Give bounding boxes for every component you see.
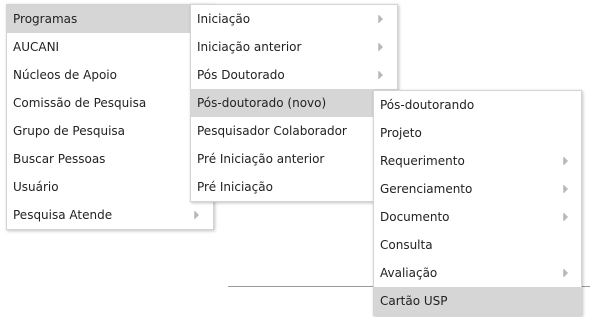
submenu-arrow-icon	[563, 269, 568, 277]
menu-item-pre-iniciacao-anterior[interactable]: Pré Iniciação anterior	[191, 145, 397, 173]
menu-item-pos-doutorando[interactable]: Pós-doutorando	[374, 91, 581, 119]
menu-item-label: Núcleos de Apoio	[13, 68, 117, 82]
menu-item-label: Programas	[13, 12, 78, 26]
menu-item-label: Iniciação	[197, 12, 251, 26]
menu-item-consulta[interactable]: Consulta	[374, 231, 581, 259]
menu-item-label: Buscar Pessoas	[13, 152, 106, 166]
menu-item-comissao-de-pesquisa[interactable]: Comissão de Pesquisa	[7, 89, 213, 117]
menu-item-iniciacao-anterior[interactable]: Iniciação anterior	[191, 33, 397, 61]
menu-item-label: Grupo de Pesquisa	[13, 124, 126, 138]
menu-item-label: Pré Iniciação	[197, 180, 273, 194]
menu-item-programas[interactable]: Programas	[7, 5, 213, 33]
menu-item-label: Iniciação anterior	[197, 40, 302, 54]
menu-item-pesquisa-atende[interactable]: Pesquisa Atende	[7, 201, 213, 229]
menu-item-requerimento[interactable]: Requerimento	[374, 147, 581, 175]
submenu-arrow-icon	[378, 43, 383, 51]
menu-item-grupo-de-pesquisa[interactable]: Grupo de Pesquisa	[7, 117, 213, 145]
menu-item-label: Requerimento	[380, 154, 465, 168]
menu-item-aucani[interactable]: AUCANI	[7, 33, 213, 61]
menu-item-avaliacao[interactable]: Avaliação	[374, 259, 581, 287]
programas-submenu: Iniciação Iniciação anterior Pós Doutora…	[190, 4, 398, 202]
pos-doutorado-novo-submenu: Pós-doutorando Projeto Requerimento Gere…	[373, 90, 582, 316]
menu-item-label: Pós-doutorando	[380, 98, 475, 112]
menu-item-label: Usuário	[13, 180, 59, 194]
menu-item-label: Pós Doutorado	[197, 68, 285, 82]
menu-item-label: Pós-doutorado (novo)	[197, 96, 327, 110]
menu-item-nucleos-de-apoio[interactable]: Núcleos de Apoio	[7, 61, 213, 89]
main-menu: Programas AUCANI Núcleos de Apoio Comiss…	[6, 4, 214, 230]
menu-item-buscar-pessoas[interactable]: Buscar Pessoas	[7, 145, 213, 173]
submenu-arrow-icon	[378, 15, 383, 23]
menu-item-iniciacao[interactable]: Iniciação	[191, 5, 397, 33]
menu-item-label: AUCANI	[13, 40, 60, 54]
menu-item-label: Cartão USP	[380, 294, 448, 308]
menu-item-documento[interactable]: Documento	[374, 203, 581, 231]
menu-item-pesquisador-colaborador[interactable]: Pesquisador Colaborador	[191, 117, 397, 145]
menu-item-label: Pesquisador Colaborador	[197, 124, 347, 138]
menu-item-label: Documento	[380, 210, 450, 224]
menu-item-label: Comissão de Pesquisa	[13, 96, 147, 110]
menu-item-label: Avaliação	[380, 266, 438, 280]
menu-item-gerenciamento[interactable]: Gerenciamento	[374, 175, 581, 203]
menu-item-projeto[interactable]: Projeto	[374, 119, 581, 147]
menu-item-label: Pesquisa Atende	[13, 208, 113, 222]
menu-item-pos-doutorado[interactable]: Pós Doutorado	[191, 61, 397, 89]
menu-item-label: Pré Iniciação anterior	[197, 152, 325, 166]
submenu-arrow-icon	[563, 157, 568, 165]
menu-item-pre-iniciacao[interactable]: Pré Iniciação	[191, 173, 397, 201]
menu-item-pos-doutorado-novo[interactable]: Pós-doutorado (novo)	[191, 89, 397, 117]
submenu-arrow-icon	[194, 211, 199, 219]
menu-item-label: Projeto	[380, 126, 422, 140]
submenu-arrow-icon	[563, 213, 568, 221]
menu-item-usuario[interactable]: Usuário	[7, 173, 213, 201]
submenu-arrow-icon	[563, 185, 568, 193]
menu-item-label: Gerenciamento	[380, 182, 473, 196]
menu-item-label: Consulta	[380, 238, 433, 252]
submenu-arrow-icon	[378, 71, 383, 79]
menu-item-cartao-usp[interactable]: Cartão USP	[374, 287, 581, 315]
